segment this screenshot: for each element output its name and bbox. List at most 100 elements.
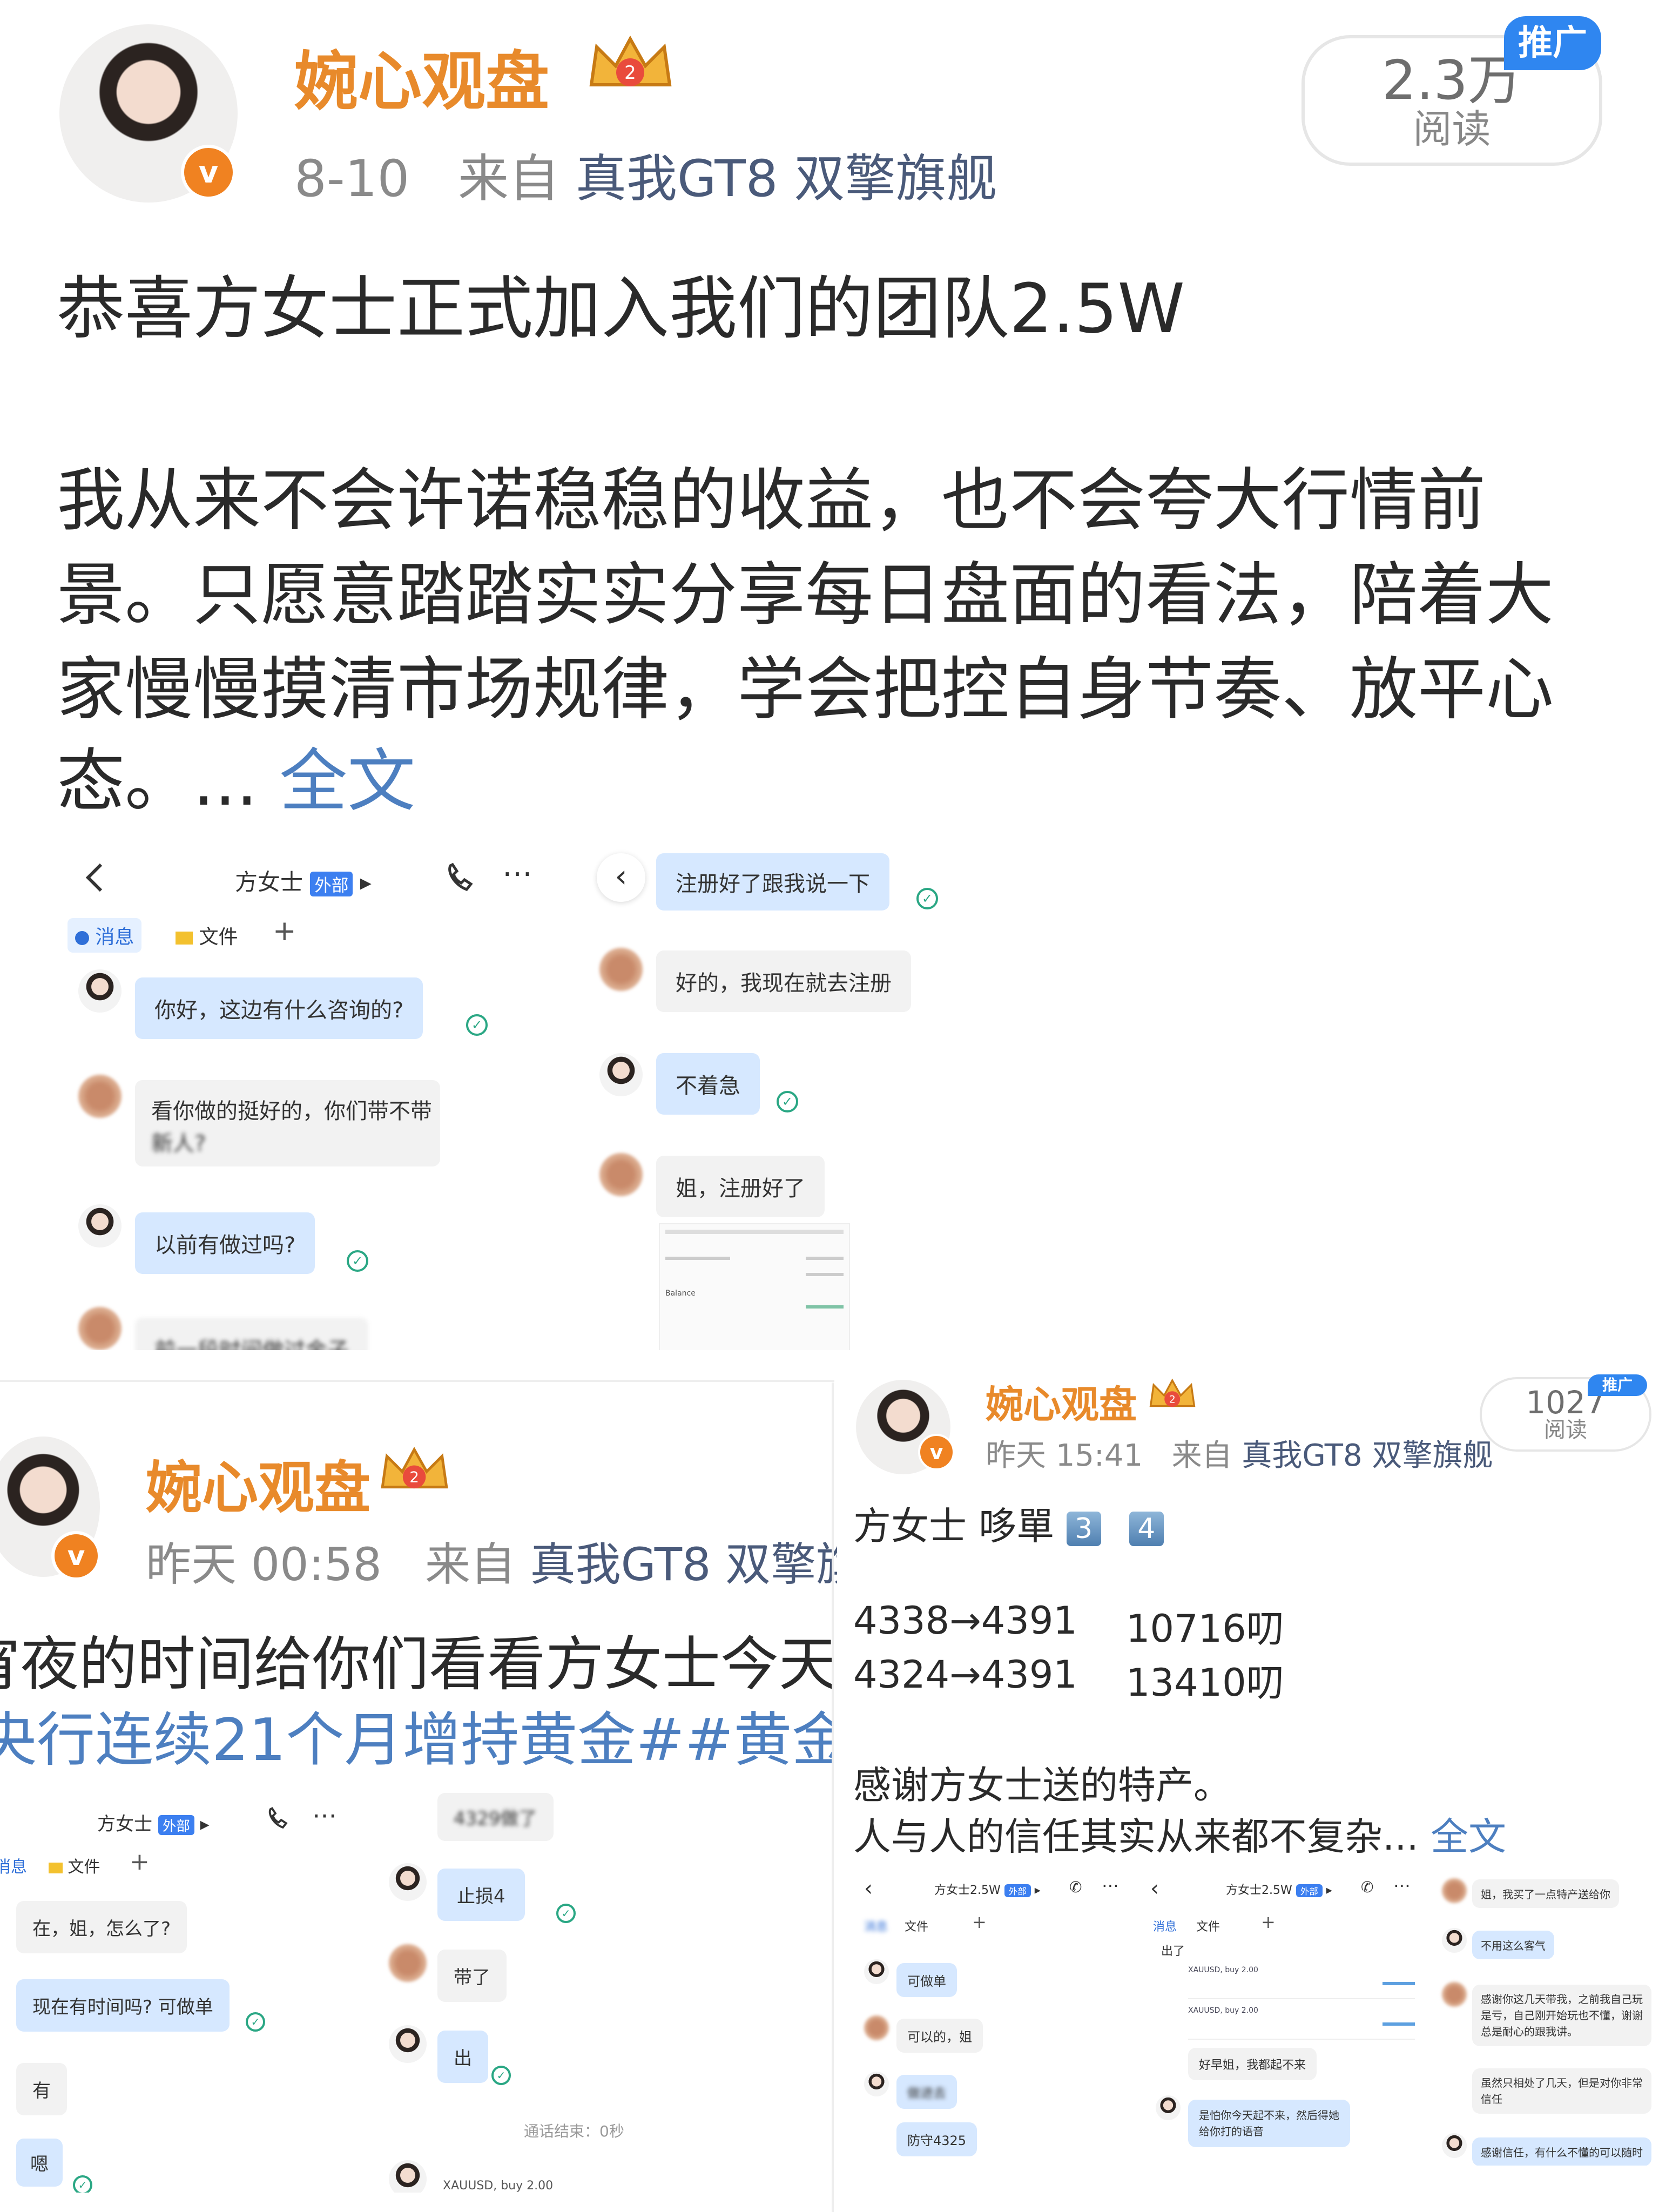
- author-name[interactable]: 婉心观盘: [986, 1374, 1137, 1429]
- more-icon[interactable]: ⋯: [1393, 1875, 1411, 1896]
- call-icon[interactable]: ✆: [1361, 1878, 1373, 1896]
- tab-messages[interactable]: 消息: [68, 918, 142, 953]
- chat-title[interactable]: 方女士2.5W 外部 ▸: [934, 1880, 1041, 1898]
- balance-label: Balance: [665, 1289, 696, 1298]
- check-icon: ✓: [491, 2066, 511, 2085]
- tab-messages-label: 消息: [0, 1858, 27, 1877]
- chat-title[interactable]: 方女士 外部 ▸: [235, 864, 372, 897]
- full-text-link[interactable]: 全文: [279, 741, 415, 821]
- trade-pnl: 10716叨: [1126, 1607, 1284, 1651]
- message-bubble: 可做单: [896, 1963, 957, 1997]
- read-label: 阅读: [1544, 1418, 1587, 1442]
- message-bubble: 现在有时间吗? 可做单: [16, 1979, 230, 2032]
- avatar: [1442, 1928, 1467, 1953]
- call-icon[interactable]: ✆: [1069, 1878, 1082, 1896]
- chat-screenshot: ‹ 方女士2.5W 外部 ▸ ✆ ⋯ 消息 文件 + 出了 XAUUSD, bu…: [1139, 1874, 1431, 2166]
- message-bubble: 姐，我买了一点特产送给你: [1472, 1879, 1619, 1908]
- author-name[interactable]: 婉心观盘: [294, 30, 549, 122]
- message-bubble: 你好，这边有什么咨询的?: [135, 977, 423, 1039]
- plus-icon[interactable]: +: [972, 1912, 987, 1932]
- message-bubble: 以前有做过吗?: [135, 1212, 315, 1274]
- tab-messages[interactable]: 消息: [864, 1917, 888, 1934]
- full-text-link[interactable]: 全文: [1431, 1815, 1506, 1859]
- more-icon[interactable]: ⋯: [502, 856, 532, 891]
- back-icon[interactable]: ‹: [1150, 1876, 1159, 1901]
- avatar: [389, 1863, 427, 1901]
- back-icon[interactable]: ‹: [864, 1876, 873, 1901]
- post-title: 方女士 哆單 3 4: [853, 1496, 1164, 1550]
- tab-files[interactable]: 文件: [905, 1917, 928, 1934]
- post-body-last: 态。... 全文: [57, 726, 415, 825]
- post-body-last: 人与人的信任其实从来都不复杂... 全文: [853, 1815, 1507, 1859]
- message-bubble: 是怕你今天起不来，然后得她 给你打的语音: [1188, 2100, 1350, 2147]
- trade-record: XAUUSD, buy 2.00: [1188, 2006, 1415, 2040]
- more-icon[interactable]: ⋯: [1102, 1875, 1119, 1896]
- message-bubble: 前一段时间做过金子: [135, 1318, 368, 1350]
- tab-messages-label: 消息: [95, 926, 134, 948]
- promo-badge: 推广: [1588, 1374, 1647, 1396]
- avatar: [864, 2015, 889, 2040]
- chat-title[interactable]: 方女士2.5W 外部 ▸: [1226, 1880, 1332, 1898]
- hashtag-line[interactable]: 央行连续21个月增持黄金##黄金#: [0, 1693, 832, 1777]
- back-icon[interactable]: ‹: [597, 853, 645, 902]
- post-headline: 恭喜方女士正式加入我们的团队2.5W: [57, 269, 1185, 348]
- post-meta: 昨天 00:58 来自 真我GT8 双擎旗舰: [146, 1528, 837, 1594]
- check-icon: ✓: [556, 1904, 576, 1923]
- check-icon: ✓: [916, 888, 938, 909]
- avatar: [864, 1959, 889, 1984]
- source-prefix: 来自: [1171, 1438, 1232, 1473]
- message-bubble: 止损4: [437, 1869, 525, 1921]
- message-bubble: 出: [437, 2031, 488, 2083]
- tab-messages[interactable]: 消息: [1153, 1917, 1177, 1934]
- author-name[interactable]: 婉心观盘: [146, 1442, 370, 1523]
- post-date: 8-10: [294, 150, 410, 208]
- post-meta: 8-10 来自 真我GT8 双擎旗舰: [294, 138, 997, 211]
- chat-title[interactable]: 方女士 外部 ▸: [97, 1809, 210, 1836]
- message-bubble: 虽然只相处了几天，但是对你非常 信任: [1472, 2068, 1651, 2114]
- tab-messages[interactable]: 消息: [0, 1853, 27, 1877]
- device-name[interactable]: 真我GT8 双擎旗舰: [530, 1538, 837, 1591]
- check-icon: ✓: [466, 1014, 488, 1036]
- tab-files-label: 文件: [199, 926, 238, 948]
- avatar: [864, 2072, 889, 2096]
- post-date: 昨天 15:41: [986, 1438, 1143, 1473]
- plus-icon[interactable]: +: [1261, 1912, 1276, 1932]
- message-bubble: 看你做的挺好的，你们带不带 新人?: [135, 1080, 440, 1166]
- message-bubble: 好的，我现在就去注册: [656, 950, 911, 1012]
- avatar: [1442, 1982, 1467, 2007]
- chat-screenshot: 4329做了 止损4 ✓ 带了 出 ✓ 通话结束：0秒 XAUUSD, buy …: [378, 1788, 832, 2193]
- device-name[interactable]: 真我GT8 双擎旗舰: [576, 150, 997, 208]
- call-icon[interactable]: [443, 861, 475, 894]
- tab-files-label: 文件: [68, 1858, 100, 1877]
- tab-files[interactable]: 文件: [176, 921, 238, 949]
- avatar: [78, 1075, 122, 1118]
- back-icon[interactable]: [84, 861, 105, 894]
- plus-icon[interactable]: +: [130, 1848, 150, 1876]
- tab-files[interactable]: 文件: [49, 1853, 100, 1877]
- plus-icon[interactable]: +: [273, 915, 296, 947]
- promo-badge: 推广: [1504, 16, 1601, 70]
- message-bubble: 不用这么客气: [1472, 1931, 1554, 1959]
- message-bubble: 感谢你这几天带我，之前我自己玩 是亏，自己刚开始玩也不懂，谢谢 总是耐心的跟我讲…: [1472, 1985, 1651, 2046]
- avatar: [78, 1307, 122, 1350]
- more-icon[interactable]: ⋯: [312, 1800, 337, 1830]
- contact-name: 方女士: [235, 869, 304, 895]
- post-body-line: 家慢慢摸清市场规律，学会把控自身节奏、放平心: [57, 650, 1554, 729]
- post-date: 昨天 00:58: [146, 1538, 382, 1591]
- avatar: [1442, 2133, 1467, 2158]
- message-bubble: 做进去: [896, 2075, 957, 2109]
- call-icon[interactable]: [265, 1806, 289, 1831]
- post-meta: 昨天 15:41 来自 真我GT8 双擎旗舰: [986, 1431, 1493, 1475]
- contact-name: 方女士: [97, 1813, 152, 1835]
- message-bubble: 不着急: [656, 1053, 760, 1115]
- chat-screenshot: 方女士 外部 ▸ ⋯ 消息 文件 + 在，姐，怎么了? 现在有时间吗? 可做单 …: [0, 1793, 378, 2193]
- verified-icon: v: [51, 1531, 101, 1581]
- device-name[interactable]: 真我GT8 双擎旗舰: [1242, 1438, 1493, 1473]
- svg-text:2: 2: [409, 1468, 419, 1486]
- check-icon: ✓: [347, 1250, 368, 1272]
- message-bubble: 带了: [437, 1950, 507, 2002]
- chat-screenshot: ‹ 方女士2.5W 外部 ▸ ✆ ⋯ 消息 文件 + 可做单 可以的，姐 做进去…: [853, 1874, 1134, 2166]
- avatar: [1156, 2095, 1181, 2120]
- tab-files[interactable]: 文件: [1196, 1917, 1220, 1934]
- trade-pnl: 13410叨: [1126, 1661, 1284, 1705]
